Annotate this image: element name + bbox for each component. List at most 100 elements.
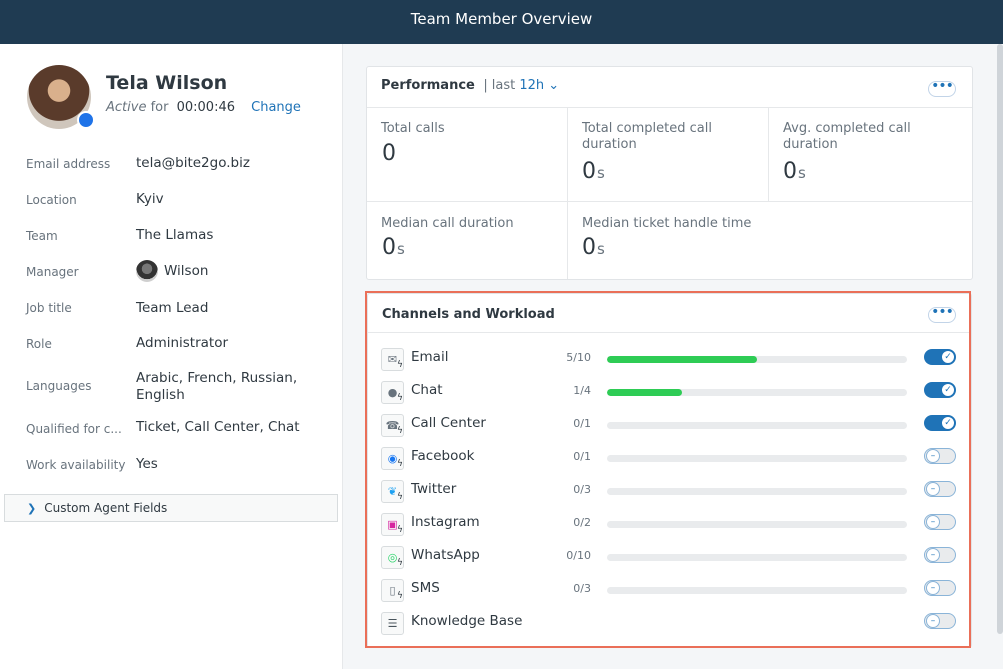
profile-panel: Tela Wilson Active for 00:00:46 Change E… (2, 44, 343, 669)
metric-value-total-completed-duration: 0s (582, 159, 605, 184)
lightning-icon: ϟ (397, 393, 403, 403)
channel-name: Instagram (411, 514, 480, 530)
custom-agent-fields-label: Custom Agent Fields (44, 501, 168, 515)
minus-icon: – (926, 548, 940, 562)
channel-capacity: 0/10 (566, 549, 591, 562)
divider (367, 201, 972, 202)
check-icon: ✓ (941, 350, 955, 364)
metric-label-avg-completed-duration: Avg. completed call duration (783, 121, 911, 152)
metric-label-total-calls: Total calls (381, 121, 445, 136)
field-value-location: Kyiv (136, 191, 164, 207)
performance-title: Performance | last 12h ⌄ (381, 78, 559, 93)
change-status-link[interactable]: Change (251, 100, 301, 115)
field-value-availability: Yes (136, 456, 158, 472)
channel-toggle[interactable]: – (924, 613, 956, 629)
channel-name: WhatsApp (411, 547, 480, 563)
workload-bar (607, 587, 907, 594)
channel-row-whatsapp: ◎ ϟ WhatsApp 0/10– (381, 544, 961, 569)
lightning-icon: ϟ (397, 492, 403, 502)
performance-more-button[interactable]: ••• (928, 79, 956, 97)
channel-capacity: 5/10 (566, 351, 591, 364)
scrollbar[interactable] (997, 44, 1003, 634)
field-label-languages: Languages (26, 379, 92, 393)
metric-unit: s (397, 240, 405, 258)
field-label-location: Location (26, 193, 77, 207)
metric-unit: s (798, 164, 806, 182)
metric-unit: s (597, 164, 605, 182)
knowledge-base-icon: ☰ (381, 612, 404, 635)
period-value: 12h (519, 78, 545, 93)
channel-toggle[interactable]: – (924, 448, 956, 464)
field-label-role: Role (26, 337, 52, 351)
status-text: Active (106, 100, 147, 115)
metric-label-total-completed-duration: Total completed call duration (582, 121, 712, 152)
metric-label-median-ticket-handle-time: Median ticket handle time (582, 216, 752, 231)
field-value-languages: Arabic, French, Russian, English (136, 370, 298, 403)
metric-value-avg-completed-duration: 0s (783, 159, 806, 184)
channel-capacity: 0/3 (573, 582, 591, 595)
status-timer: 00:00:46 (176, 100, 235, 115)
metric-value-total-calls: 0 (382, 141, 397, 166)
channel-row-chat: ● ϟ Chat 1/4 ✓ (381, 379, 961, 404)
metric-value-median-call-duration: 0s (382, 235, 405, 260)
field-label-email: Email address (26, 157, 111, 171)
channel-toggle[interactable]: ✓ (924, 382, 956, 398)
custom-agent-fields-toggle[interactable]: ❯ Custom Agent Fields (4, 494, 338, 522)
channel-row-twitter: ❦ ϟ Twitter 0/3– (381, 478, 961, 503)
chevron-right-icon: ❯ (27, 502, 37, 515)
metric-number: 0 (582, 235, 596, 260)
metric-label-median-call-duration: Median call duration (381, 216, 514, 231)
window-title-bar: Team Member Overview (0, 0, 1003, 44)
minus-icon: – (926, 581, 940, 595)
workload-bar (607, 356, 907, 363)
channel-capacity: 0/1 (573, 417, 591, 430)
online-status-dot (77, 111, 95, 129)
field-label-qualified: Qualified for c... (26, 422, 122, 436)
metric-number: 0 (382, 141, 396, 166)
divider (567, 107, 568, 279)
field-label-availability: Work availability (26, 458, 126, 472)
channel-row-call-center: ☎ ϟ Call Center 0/1 ✓ (381, 412, 961, 437)
channel-toggle[interactable]: ✓ (924, 349, 956, 365)
workload-bar (607, 488, 907, 495)
metric-number: 0 (783, 159, 797, 184)
period-selector[interactable]: | last 12h ⌄ (483, 78, 559, 93)
lightning-icon: ϟ (397, 591, 403, 601)
divider (768, 107, 769, 201)
minus-icon: – (926, 482, 940, 496)
check-icon: ✓ (941, 416, 955, 430)
channel-row-knowledge-base: ☰ Knowledge Base – (381, 610, 961, 635)
check-icon: ✓ (941, 383, 955, 397)
field-label-manager: Manager (26, 265, 79, 279)
field-value-qualified: Ticket, Call Center, Chat (136, 419, 300, 435)
channel-toggle[interactable]: – (924, 547, 956, 563)
field-value-role: Administrator (136, 335, 229, 351)
channel-toggle[interactable]: – (924, 580, 956, 596)
field-label-team: Team (26, 229, 58, 243)
channel-toggle[interactable]: – (924, 481, 956, 497)
agent-name: Tela Wilson (106, 72, 228, 94)
channel-capacity: 0/2 (573, 516, 591, 529)
field-value-team: The Llamas (136, 227, 214, 243)
lightning-icon: ϟ (397, 525, 403, 535)
workload-bar (607, 554, 907, 561)
channel-row-sms: ▯ ϟ SMS 0/3– (381, 577, 961, 602)
channel-toggle[interactable]: – (924, 514, 956, 530)
lightning-icon: ϟ (397, 459, 403, 469)
field-value-manager: Wilson (136, 260, 326, 282)
manager-avatar (136, 260, 158, 282)
metric-unit: s (597, 240, 605, 258)
channel-capacity: 0/3 (573, 483, 591, 496)
activity-status: Active for 00:00:46 Change (106, 100, 301, 115)
channel-capacity: 0/1 (573, 450, 591, 463)
channel-capacity: 1/4 (573, 384, 591, 397)
workload-bar-fill (607, 389, 682, 396)
minus-icon: – (926, 515, 940, 529)
channel-row-facebook: ◉ ϟ Facebook 0/1– (381, 445, 961, 470)
metric-value-median-ticket-handle-time: 0s (582, 235, 605, 260)
field-label-job-title: Job title (26, 301, 72, 315)
channel-toggle[interactable]: ✓ (924, 415, 956, 431)
performance-card: Performance | last 12h ⌄ ••• Total calls … (366, 66, 973, 280)
minus-icon: – (926, 449, 940, 463)
workload-bar (607, 422, 907, 429)
